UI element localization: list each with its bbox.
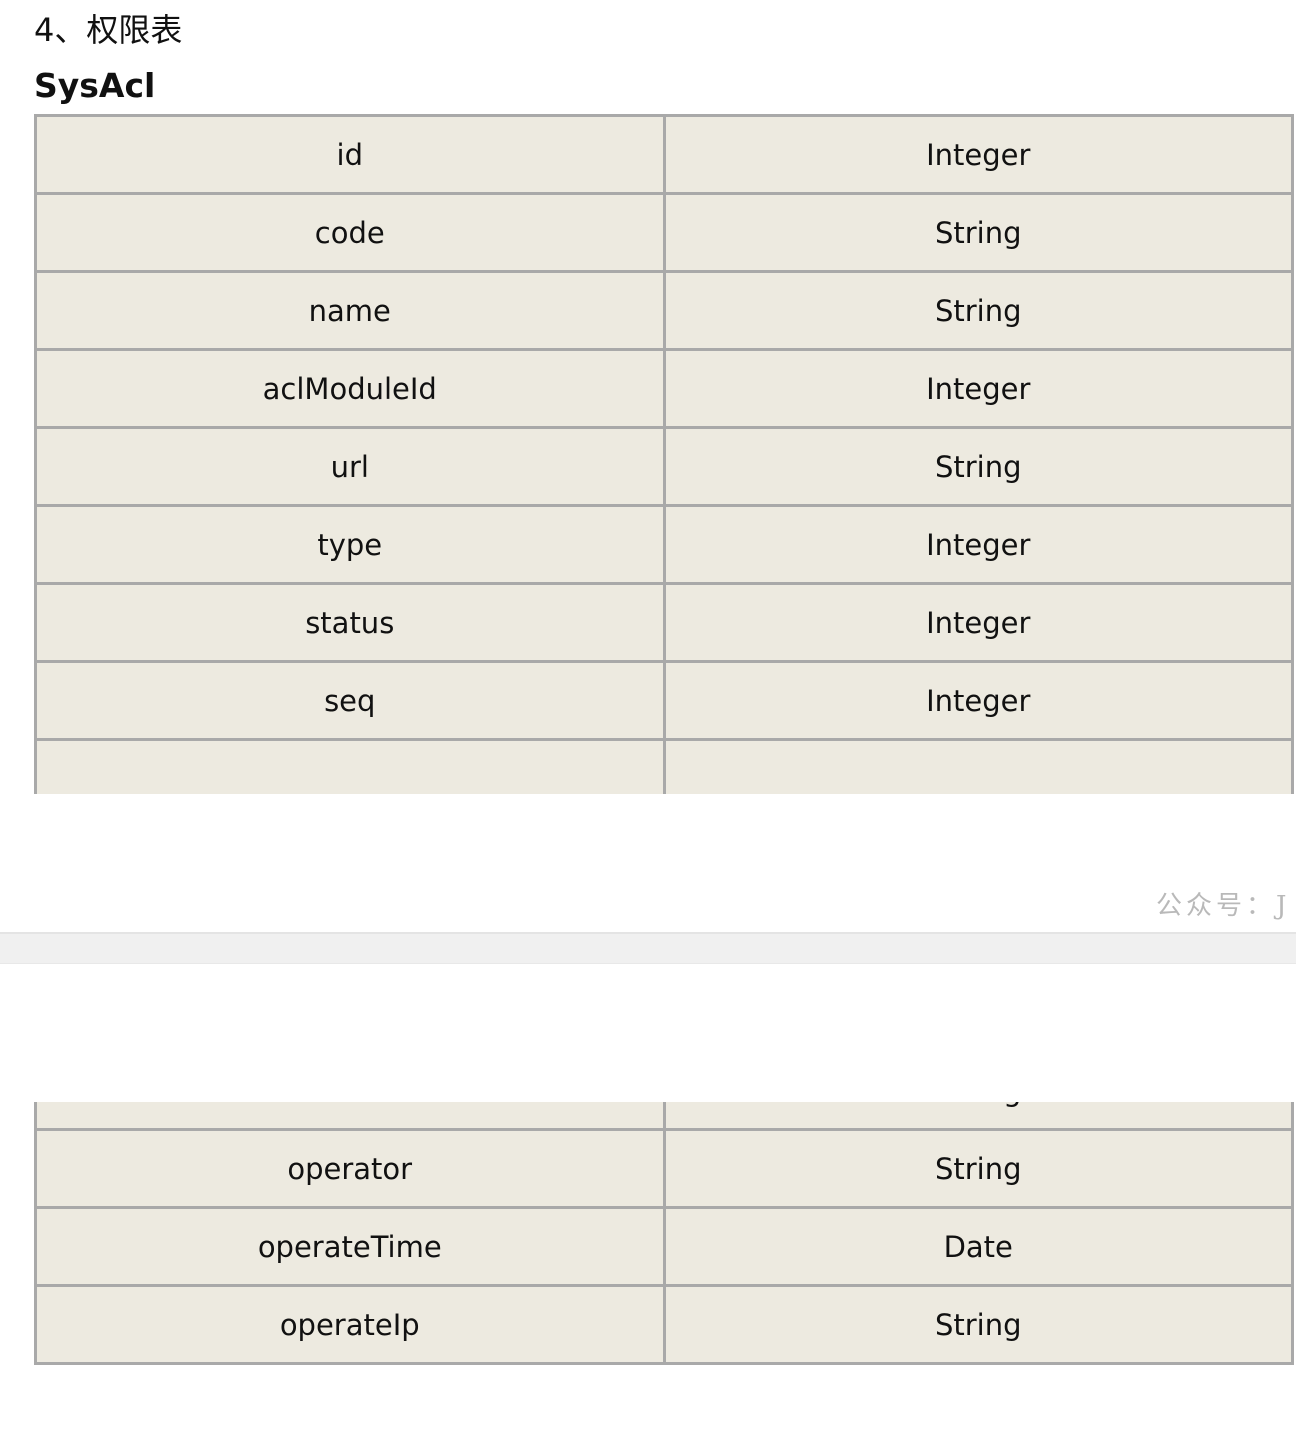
field-type-cell: String [662,270,1294,351]
field-name-cell [34,738,666,794]
field-name-cell: id [34,114,666,195]
watermark: 公众号：J [1156,891,1291,921]
table-row: name String [34,270,1294,351]
field-type-cell: String [662,426,1294,507]
table-row: type Integer [34,504,1294,585]
field-type-cell: Integer [662,114,1294,195]
table-row: operator String [34,1128,1294,1209]
field-table: id Integer code String name String aclMo… [34,114,1294,794]
field-type-cell: String [662,1284,1294,1365]
field-name-cell: operator [34,1128,666,1209]
field-type-cell: Date [662,1206,1294,1287]
table-row: url String [34,426,1294,507]
field-type-cell: Integer [662,348,1294,429]
field-name-cell: remark [34,1102,666,1131]
section-heading: 4、权限表 [34,11,183,49]
field-name-cell: operateIp [34,1284,666,1365]
table-row: status Integer [34,582,1294,663]
sysacl-table-page1: id Integer code String name String aclMo… [34,114,1294,794]
field-name-cell: aclModuleId [34,348,666,429]
field-type-cell: Integer [662,582,1294,663]
sysacl-table-page2: remark String operator String operateTim… [34,1102,1294,1400]
table-name: SysAcl [34,66,156,105]
table-row: operateIp String [34,1284,1294,1365]
field-name-cell: seq [34,660,666,741]
field-type-cell: Integer [662,660,1294,741]
table-row: id Integer [34,114,1294,195]
field-name-cell: url [34,426,666,507]
table-row: aclModuleId Integer [34,348,1294,429]
field-type-cell [662,738,1294,794]
field-name-cell: code [34,192,666,273]
field-name-cell: status [34,582,666,663]
page-break-gap [0,932,1296,964]
table-row: code String [34,192,1294,273]
field-type-cell: String [662,192,1294,273]
field-table: remark String operator String operateTim… [34,1102,1294,1365]
table-row: remark String [34,1102,1294,1131]
field-name-cell: name [34,270,666,351]
table-row: seq Integer [34,660,1294,741]
table-row-cut-off [34,738,1294,794]
field-type-cell: String [662,1102,1294,1131]
field-name-cell: operateTime [34,1206,666,1287]
field-name-cell: type [34,504,666,585]
field-type-cell: String [662,1128,1294,1209]
table-row: operateTime Date [34,1206,1294,1287]
field-type-cell: Integer [662,504,1294,585]
